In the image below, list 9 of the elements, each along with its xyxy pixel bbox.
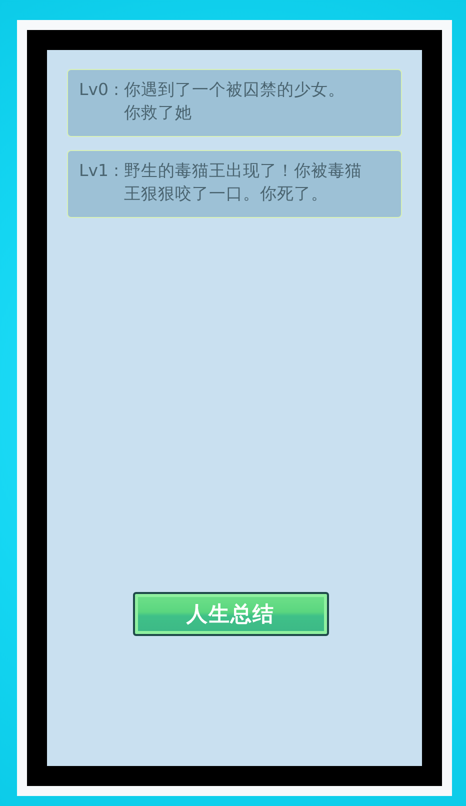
level-label: Lv1: [79, 160, 108, 182]
colon-separator: :: [112, 160, 120, 182]
level-label: Lv0: [79, 79, 108, 101]
log-text: 王狠狠咬了一口。你死了。: [124, 183, 328, 205]
colon-separator: :: [112, 79, 120, 101]
life-summary-button[interactable]: 人生总结: [132, 592, 328, 636]
log-text: 你救了她: [124, 102, 192, 124]
log-text: 你遇到了一个被囚禁的少女。: [124, 79, 346, 101]
log-text: 野生的毒猫王出现了！你被毒猫: [124, 160, 362, 182]
